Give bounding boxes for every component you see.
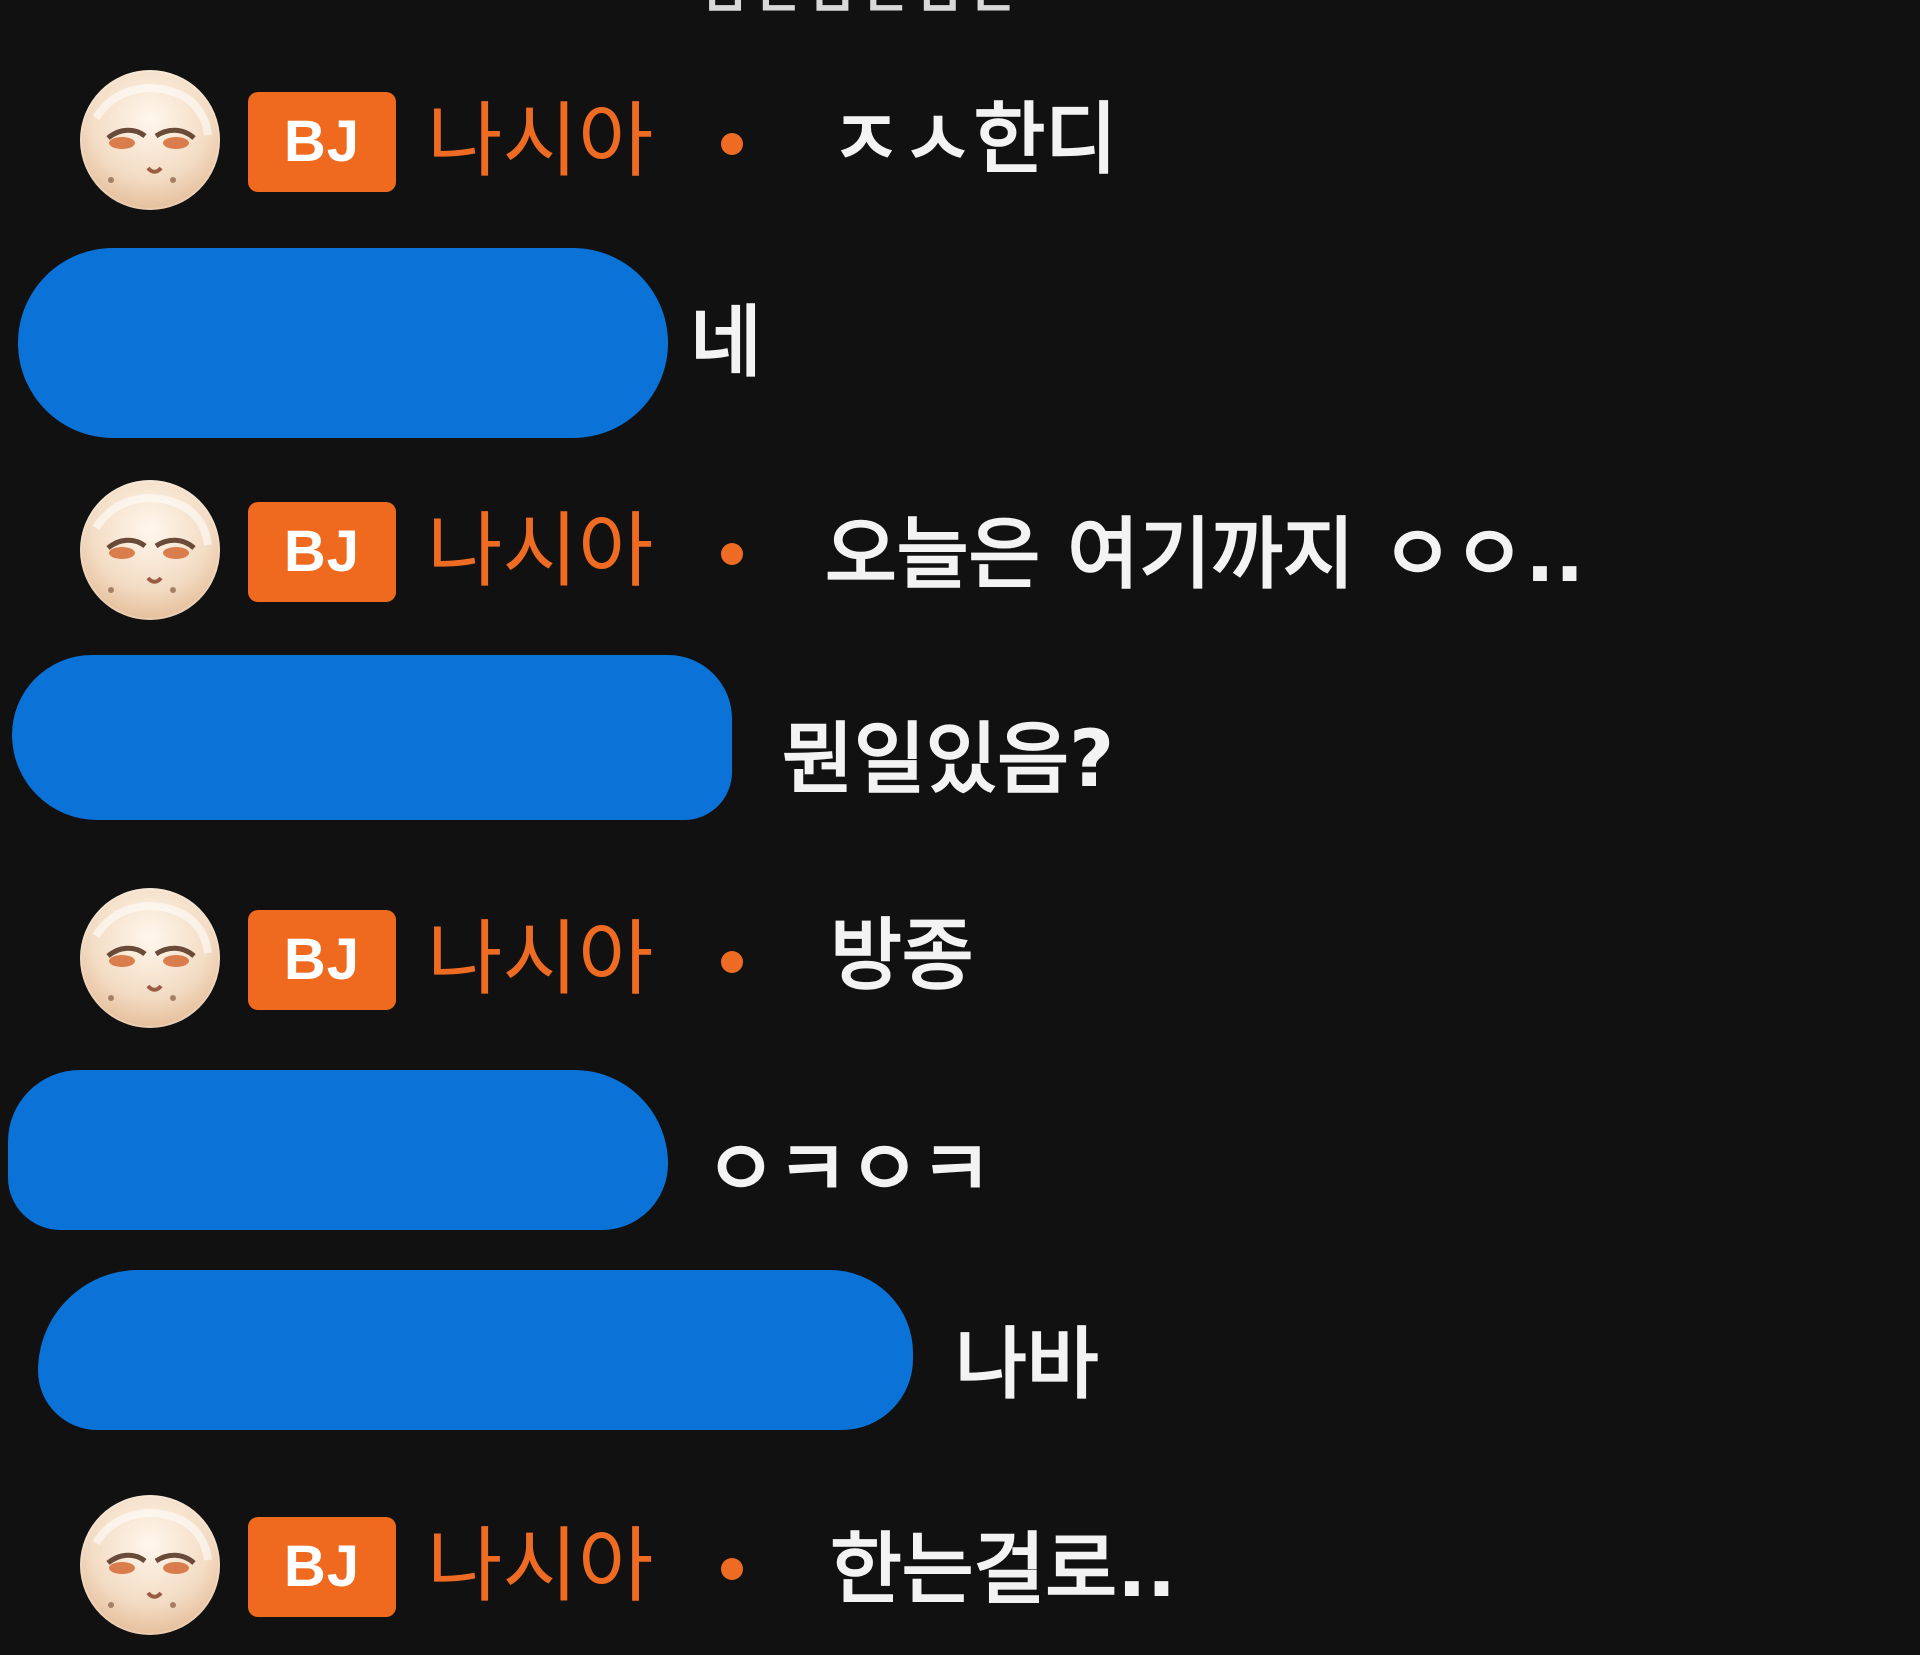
chat-message-viewer: 뭔일있음? — [0, 655, 1920, 820]
chat-message-text: 네 — [690, 298, 762, 388]
chat-message-text: 한는걸로.. — [830, 1525, 1177, 1615]
chat-message-text: ㅈㅅ한디 — [830, 95, 1118, 185]
bj-name[interactable]: 나시아 — [427, 1517, 653, 1617]
bj-avatar[interactable] — [80, 480, 220, 620]
chat-message-bj: BJ 나시아 방종 — [0, 888, 1920, 1048]
bj-name[interactable]: 나시아 — [427, 92, 653, 192]
avatar-face-icon — [92, 902, 212, 1001]
chat-message-text: 방종 — [830, 911, 974, 1001]
bj-badge: BJ — [248, 1517, 396, 1617]
top-cropped-message-fragment: ㅂㄷㅂㄷㅂㄷ — [700, 0, 1310, 12]
bj-badge: BJ — [248, 502, 396, 602]
name-separator-dot — [721, 133, 743, 155]
chat-message-viewer: 나바 — [0, 1270, 1920, 1430]
avatar-face-icon — [92, 494, 212, 593]
avatar-face-icon — [92, 84, 212, 183]
chat-message-text: ㅇㅋㅇㅋ — [705, 1125, 993, 1215]
name-separator-dot — [721, 951, 743, 973]
bj-name[interactable]: 나시아 — [427, 910, 653, 1010]
chat-message-text: 뭔일있음? — [782, 715, 1115, 805]
chat-message-viewer: ㅇㅋㅇㅋ — [0, 1070, 1920, 1230]
redacted-username — [12, 655, 732, 820]
chat-message-bj: BJ 나시아 오늘은 여기까지 ㅇㅇ.. — [0, 480, 1920, 640]
redacted-username — [18, 248, 668, 438]
bj-badge: BJ — [248, 92, 396, 192]
redacted-username — [38, 1270, 913, 1430]
bj-badge: BJ — [248, 910, 396, 1010]
chat-message-bj: BJ 나시아 한는걸로.. — [0, 1495, 1920, 1655]
avatar-face-icon — [92, 1509, 212, 1608]
chat-log: ㅂㄷㅂㄷㅂㄷ BJ 나시아 ㅈㅅ한디 네 — [0, 0, 1920, 1645]
bj-avatar[interactable] — [80, 888, 220, 1028]
bj-avatar[interactable] — [80, 1495, 220, 1635]
name-separator-dot — [721, 1558, 743, 1580]
chat-message-viewer: 네 — [0, 248, 1920, 438]
bj-avatar[interactable] — [80, 70, 220, 210]
name-separator-dot — [721, 543, 743, 565]
bj-name[interactable]: 나시아 — [427, 502, 653, 602]
chat-message-text: 오늘은 여기까지 ㅇㅇ.. — [825, 510, 1585, 600]
redacted-username — [8, 1070, 668, 1230]
chat-message-bj: BJ 나시아 ㅈㅅ한디 — [0, 70, 1920, 230]
chat-message-text: 나바 — [955, 1320, 1099, 1410]
